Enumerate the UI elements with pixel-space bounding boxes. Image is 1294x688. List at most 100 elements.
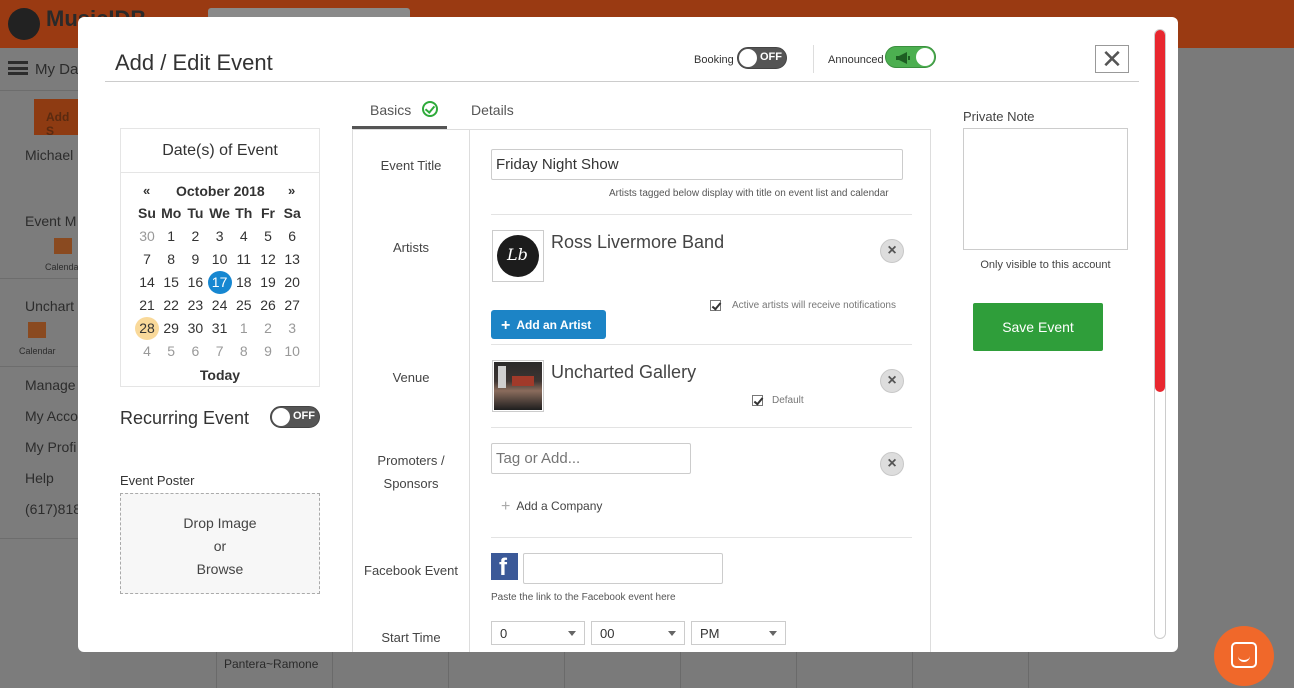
check-circle-icon: [422, 101, 438, 117]
calendar-day[interactable]: 21: [135, 294, 159, 317]
calendar-day[interactable]: 6: [183, 340, 207, 363]
calendar-icon[interactable]: [54, 238, 72, 254]
calendar-day[interactable]: 25: [232, 294, 256, 317]
weekday-header: Tu: [187, 205, 204, 221]
announced-label: Announced: [828, 54, 884, 66]
scrollbar-thumb[interactable]: [1155, 30, 1165, 392]
calendar-day[interactable]: 7: [135, 248, 159, 271]
sidebar-calendar-label: Calendar: [19, 346, 56, 356]
calendar-day[interactable]: 5: [159, 340, 183, 363]
prev-month-button[interactable]: «: [143, 183, 150, 198]
event-title-hint: Artists tagged below display with title …: [609, 188, 889, 199]
close-icon: ✕: [1101, 44, 1123, 74]
calendar-day[interactable]: 12: [256, 248, 280, 271]
next-month-button[interactable]: »: [288, 183, 295, 198]
toggle-knob: [272, 408, 290, 426]
start-minute-select[interactable]: 00: [591, 621, 685, 645]
calendar-day[interactable]: 4: [232, 225, 256, 248]
modal-scrollbar[interactable]: [1154, 29, 1166, 639]
add-artist-label: Add an Artist: [516, 318, 592, 332]
private-note-hint: Only visible to this account: [980, 259, 1111, 271]
sidebar-item-help[interactable]: Help: [25, 470, 54, 486]
basics-form: Event Title Artists tagged below display…: [352, 129, 931, 652]
calendar-day[interactable]: 17: [207, 271, 232, 294]
calendar-day[interactable]: 19: [256, 271, 280, 294]
modal-title: Add / Edit Event: [115, 50, 273, 75]
calendar-day[interactable]: 30: [135, 225, 159, 248]
remove-venue-icon[interactable]: ×: [880, 369, 904, 393]
calendar-day[interactable]: 13: [280, 248, 304, 271]
add-company-button[interactable]: + Add a Company: [501, 498, 602, 516]
start-ampm-select[interactable]: PM: [691, 621, 786, 645]
calendar-day[interactable]: 20: [280, 271, 304, 294]
facebook-event-input[interactable]: [523, 553, 723, 584]
calendar-day[interactable]: 11: [232, 248, 256, 271]
toggle-knob: [916, 48, 934, 66]
calendar-icon[interactable]: [28, 322, 46, 338]
recurring-event-toggle[interactable]: OFF: [270, 406, 320, 428]
calendar-day[interactable]: 23: [183, 294, 207, 317]
calendar-day[interactable]: 16: [183, 271, 207, 294]
calendar-day[interactable]: 10: [280, 340, 304, 363]
save-event-button[interactable]: Save Event: [973, 303, 1103, 351]
calendar-day[interactable]: 9: [183, 248, 207, 271]
sidebar-item-my-account[interactable]: My Acco: [25, 408, 78, 424]
recurring-toggle-state: OFF: [293, 410, 315, 422]
calendar-day[interactable]: 29: [159, 317, 183, 340]
calendar-day[interactable]: 22: [159, 294, 183, 317]
calendar-day[interactable]: 15: [159, 271, 183, 294]
booking-toggle[interactable]: OFF: [737, 47, 787, 69]
poster-dropzone[interactable]: Drop Image or Browse: [120, 493, 320, 594]
calendar-day[interactable]: 4: [135, 340, 159, 363]
calendar-day[interactable]: 24: [208, 294, 232, 317]
private-note-textarea[interactable]: [963, 128, 1128, 250]
announced-toggle[interactable]: [885, 46, 936, 68]
calendar-day[interactable]: 31: [208, 317, 232, 340]
event-title-input[interactable]: [491, 149, 903, 180]
sidebar-item-manage[interactable]: Manage: [25, 377, 76, 393]
background-event-entry[interactable]: Pantera~Ramone: [224, 657, 318, 671]
calendar-day[interactable]: 6: [280, 225, 304, 248]
promoters-input[interactable]: [491, 443, 691, 474]
venue-default-checkbox[interactable]: [752, 395, 763, 406]
promoters-label-line-2: Sponsors: [383, 476, 439, 491]
chat-launcher-button[interactable]: [1214, 626, 1274, 686]
add-artist-button[interactable]: + Add an Artist: [491, 310, 606, 339]
calendar-day[interactable]: 5: [256, 225, 280, 248]
notify-artists-checkbox[interactable]: [710, 300, 721, 311]
calendar-day[interactable]: 2: [183, 225, 207, 248]
browse-link[interactable]: Browse: [121, 558, 319, 581]
sidebar-item-my-profile[interactable]: My Profi: [25, 439, 76, 455]
hamburger-icon[interactable]: [8, 61, 28, 75]
calendar-day[interactable]: 28: [135, 317, 159, 340]
calendar-day[interactable]: 7: [208, 340, 232, 363]
remove-artist-icon[interactable]: ×: [880, 239, 904, 263]
dropzone-line-1: Drop Image: [183, 515, 257, 531]
calendar-day[interactable]: 3: [208, 225, 232, 248]
remove-promoter-icon[interactable]: ×: [880, 452, 904, 476]
calendar-day[interactable]: 26: [256, 294, 280, 317]
calendar-day[interactable]: 10: [208, 248, 232, 271]
start-hour-select[interactable]: 0: [491, 621, 585, 645]
today-button[interactable]: Today: [121, 367, 319, 383]
calendar-day[interactable]: 2: [256, 317, 280, 340]
calendar-day[interactable]: 8: [159, 248, 183, 271]
sidebar-item-event-manager[interactable]: Event M: [25, 213, 76, 229]
tab-details[interactable]: Details: [471, 102, 514, 118]
private-note-label: Private Note: [963, 109, 1035, 124]
close-button[interactable]: ✕: [1095, 45, 1129, 73]
calendar-day[interactable]: 30: [183, 317, 207, 340]
calendar-day[interactable]: 8: [232, 340, 256, 363]
calendar-day[interactable]: 14: [135, 271, 159, 294]
start-time-label: Start Time: [381, 630, 441, 645]
venue-name: Uncharted Gallery: [551, 362, 697, 382]
calendar-day[interactable]: 18: [232, 271, 256, 294]
calendar-day[interactable]: 3: [280, 317, 304, 340]
calendar-day[interactable]: 1: [232, 317, 256, 340]
sidebar-item-venue[interactable]: Unchart: [25, 298, 74, 314]
tab-basics[interactable]: Basics: [370, 102, 411, 118]
calendar-day[interactable]: 27: [280, 294, 304, 317]
calendar-day[interactable]: 1: [159, 225, 183, 248]
calendar-day[interactable]: 9: [256, 340, 280, 363]
event-title-label: Event Title: [380, 158, 442, 173]
